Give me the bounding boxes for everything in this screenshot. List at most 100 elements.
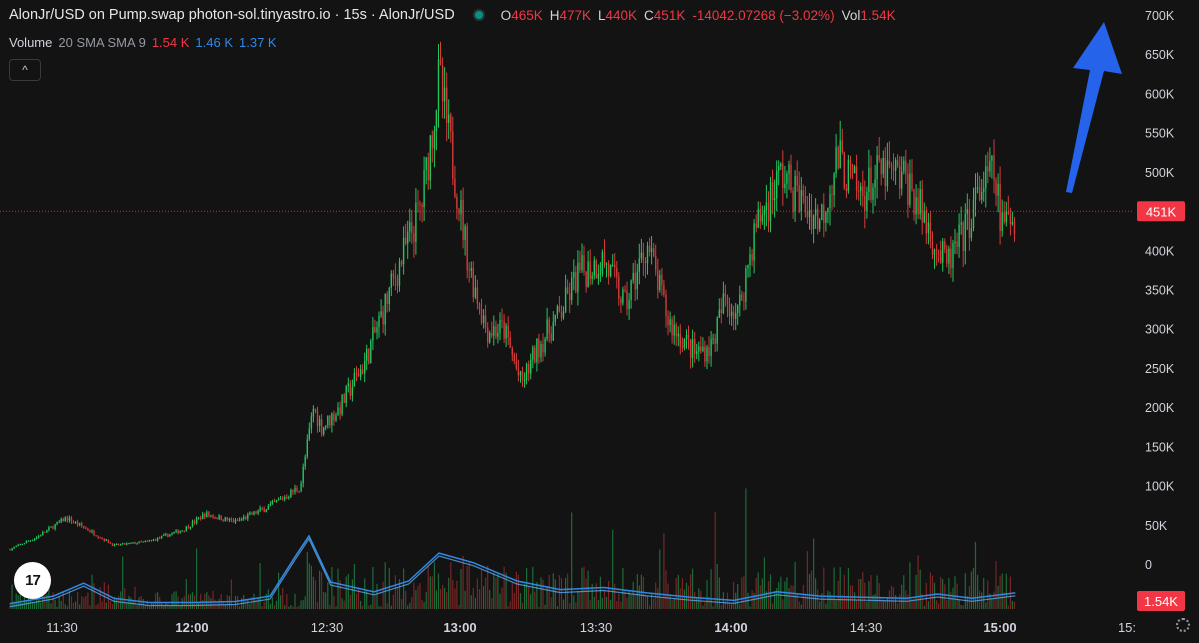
candle-body xyxy=(66,517,69,521)
candle-body xyxy=(46,530,48,533)
candle-body xyxy=(735,313,737,319)
volume-bar xyxy=(401,598,403,609)
candle-body xyxy=(48,527,50,530)
candle-body xyxy=(591,275,593,279)
volume-bar xyxy=(321,572,323,609)
candle-body xyxy=(894,160,897,171)
candle-body xyxy=(814,208,817,216)
volume-bar xyxy=(417,585,419,609)
candle-body xyxy=(497,333,499,337)
candle-body xyxy=(683,339,686,348)
volume-bar xyxy=(446,592,448,609)
candle-body xyxy=(400,261,403,265)
volume-bar xyxy=(68,590,70,609)
candle-body xyxy=(257,510,259,514)
volume-bar xyxy=(427,566,429,609)
candle-body xyxy=(482,315,485,323)
volume-bar xyxy=(175,591,177,609)
candle-body xyxy=(911,173,913,190)
candle-body xyxy=(763,210,766,215)
volume-bar xyxy=(534,591,536,609)
volume-bar xyxy=(234,595,237,609)
volume-bar xyxy=(700,590,702,609)
arrow-up-icon xyxy=(1066,22,1122,193)
candle-body xyxy=(361,369,364,374)
volume-bar xyxy=(38,599,40,609)
market-status-dot xyxy=(472,9,485,21)
volume-bar xyxy=(362,606,364,609)
candle-body xyxy=(269,504,272,507)
volume-bar xyxy=(120,591,122,609)
volume-bar xyxy=(806,551,808,609)
candle-body xyxy=(952,243,954,269)
volume-bar xyxy=(331,567,333,609)
volume-bar xyxy=(739,604,741,609)
candle-body xyxy=(480,309,483,323)
candle-body xyxy=(210,515,212,517)
candle-body xyxy=(99,537,101,539)
candle-body xyxy=(960,222,962,225)
candle-body xyxy=(152,539,155,541)
candle-body xyxy=(341,394,343,415)
candle-body xyxy=(343,394,345,403)
candle-body xyxy=(345,386,347,403)
volume-bar xyxy=(218,598,220,609)
volume-bar xyxy=(470,595,472,609)
candle-body xyxy=(673,324,675,336)
time-tick-label: 11:30 xyxy=(46,620,78,635)
candle-body xyxy=(776,170,778,199)
tradingview-logo[interactable]: 17 xyxy=(14,562,51,599)
candle-body xyxy=(462,199,464,240)
candle-body xyxy=(290,489,292,498)
volume-bar xyxy=(310,565,312,609)
volume-legend[interactable]: Volume 20 SMA SMA 9 1.54 K 1.46 K 1.37 K xyxy=(9,35,277,50)
volume-bar xyxy=(720,605,722,609)
candle-body xyxy=(714,338,716,344)
candle-body xyxy=(530,359,532,374)
collapse-legend-button[interactable]: ^ xyxy=(9,59,41,81)
volume-bar xyxy=(173,591,175,609)
volume-bar xyxy=(536,582,538,609)
candle-body xyxy=(681,346,684,348)
candle-body xyxy=(841,140,843,153)
candle-body xyxy=(302,466,304,484)
volume-bar xyxy=(437,573,440,609)
symbol-title[interactable]: AlonJr/USD on Pump.swap photon-sol.tinya… xyxy=(9,7,455,23)
volume-bar xyxy=(665,570,667,609)
volume-bar xyxy=(897,603,899,609)
candle-body xyxy=(236,519,239,521)
candle-body xyxy=(468,270,470,272)
settings-gear-icon[interactable] xyxy=(1176,618,1190,632)
candle-body xyxy=(263,508,265,512)
volume-bar xyxy=(411,597,413,609)
candle-body xyxy=(700,346,702,352)
volume-bar xyxy=(308,563,310,609)
volume-bar xyxy=(452,579,454,609)
candle-body xyxy=(915,197,917,215)
candle-body xyxy=(630,280,632,301)
candle-body xyxy=(962,222,964,251)
candle-body xyxy=(917,197,919,215)
candle-body xyxy=(523,379,526,381)
candle-body xyxy=(296,488,298,491)
candle-body xyxy=(595,260,597,279)
volume-bar xyxy=(886,597,888,609)
candle-body xyxy=(380,311,382,316)
candle-body xyxy=(964,213,966,251)
candle-body xyxy=(97,536,99,538)
candle-body xyxy=(884,158,886,187)
volume-bar xyxy=(483,586,485,609)
volume-bar xyxy=(798,601,800,609)
candle-body xyxy=(620,298,622,304)
volume-bar xyxy=(472,588,474,609)
candle-body xyxy=(448,114,450,123)
candle-body xyxy=(284,497,286,500)
volume-bar xyxy=(280,595,282,609)
candle-body xyxy=(937,249,940,251)
candle-body xyxy=(892,167,895,171)
chart-canvas[interactable]: 700K650K600K550K500K450K400K350K300K250K… xyxy=(0,0,1199,643)
candle-body xyxy=(929,222,932,242)
volume-bar xyxy=(556,606,558,609)
volume-bar xyxy=(282,587,284,609)
candle-body xyxy=(773,198,776,201)
